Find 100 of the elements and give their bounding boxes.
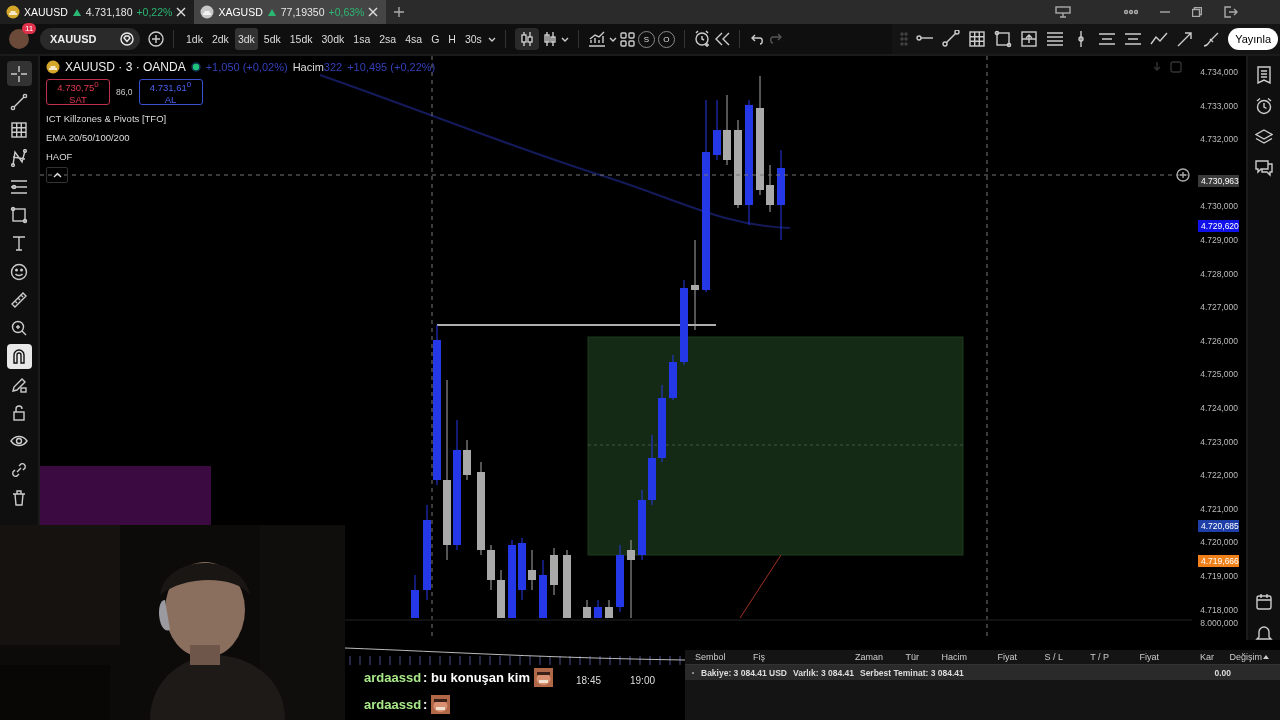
up-triangle-icon [71, 7, 82, 17]
alarm-add-icon[interactable] [693, 30, 711, 48]
rewind-icon[interactable] [713, 31, 730, 47]
apps-icon[interactable] [619, 31, 635, 47]
time-label: 19:00 [630, 675, 656, 686]
tab-price: 77,19350 [280, 6, 325, 18]
exit-icon[interactable] [1224, 6, 1238, 18]
caret-icon[interactable] [487, 36, 496, 42]
column-header[interactable]: T / P [1063, 652, 1109, 662]
close-icon[interactable] [368, 7, 379, 17]
grid-icon[interactable] [968, 30, 987, 48]
candlestick [497, 569, 505, 619]
price-badge: 4.729,620 [1198, 220, 1239, 232]
rectangle-icon [10, 206, 28, 224]
chat-icon[interactable] [1255, 159, 1273, 177]
browser-tab[interactable]: XAGUSD 77,19350 +0,63% [194, 0, 387, 24]
caret-icon[interactable] [608, 36, 617, 42]
chat-username: ardaassd [364, 697, 422, 712]
notification-badge: 11 [22, 23, 37, 34]
candlestick [648, 434, 656, 506]
price-tick: 4.730,000 [1200, 200, 1238, 213]
monitor-icon[interactable] [1055, 6, 1071, 18]
layers-icon[interactable] [1255, 128, 1273, 146]
candlestick-icon[interactable] [541, 31, 558, 47]
price-change: +1,050 (+0,02%) [205, 61, 288, 73]
indicator-label: HAOF [46, 151, 74, 162]
interval-button[interactable]: 1dk [183, 28, 206, 50]
restore-icon[interactable] [1192, 7, 1202, 17]
collapse-button[interactable] [46, 167, 68, 183]
user-avatar[interactable] [9, 29, 29, 49]
calendar-icon[interactable] [1255, 593, 1273, 611]
candlestick [766, 164, 774, 213]
symbol-search-field[interactable]: XAUUSD [40, 28, 140, 50]
candlestick [463, 439, 471, 481]
caret-icon[interactable] [560, 36, 569, 42]
interval-button[interactable]: 2sa [376, 28, 400, 50]
interval-button[interactable]: 3dk [234, 28, 258, 50]
column-header[interactable]: S / L [1017, 652, 1063, 662]
column-header[interactable]: Zaman [793, 652, 883, 662]
brush-icon[interactable] [1202, 30, 1221, 48]
alarm-clock-icon[interactable] [1255, 97, 1273, 115]
sell-button[interactable]: 4.730,75$^{0}$ SAT [46, 79, 110, 105]
chat-message: : [423, 697, 428, 712]
chart-line-icon[interactable] [587, 31, 606, 47]
interval-button[interactable]: H [445, 28, 459, 50]
buy-button[interactable]: 4.731,61$^{0}$ AL [138, 79, 203, 105]
rectangle-icon[interactable] [994, 30, 1013, 48]
volume-label: Hacim [292, 61, 324, 73]
indicator-label: EMA 20/50/100/200 [46, 132, 131, 143]
column-header[interactable]: Kar [1159, 652, 1214, 662]
price-badge: 4.730,963 [1198, 175, 1239, 187]
interval-button[interactable]: 30dk [318, 28, 348, 50]
column-header[interactable]: Sembol [695, 652, 753, 662]
interval-button[interactable]: 2dk [208, 28, 232, 50]
candlestick [518, 537, 526, 601]
column-header[interactable]: Hacim [919, 652, 967, 662]
close-icon[interactable] [176, 7, 187, 17]
interval-button[interactable]: 30s [461, 28, 485, 50]
crosshair-tool[interactable] [6, 61, 32, 86]
publish-button[interactable]: Yayınla [1228, 28, 1278, 50]
volume-change: +10,495 (+0,22%) [347, 61, 436, 73]
magnet-tool[interactable] [6, 343, 32, 369]
interval-button[interactable]: 4sa [402, 28, 426, 50]
arrow-icon[interactable] [1176, 30, 1195, 48]
add-circle-icon[interactable] [1176, 168, 1190, 182]
candlestick [539, 559, 547, 619]
column-header[interactable]: Değişim [1214, 652, 1262, 662]
trend-line-icon[interactable] [942, 30, 961, 48]
interval-button[interactable]: 1sa [350, 28, 374, 50]
volume-value: 322 [323, 61, 343, 73]
column-header[interactable]: Fiş [753, 652, 793, 662]
lines-icon[interactable] [1046, 30, 1065, 48]
sort-icon[interactable] [1262, 654, 1270, 660]
minimize-icon[interactable] [1160, 9, 1170, 15]
account-summary: Bakiye: 3 084.41 USD [701, 667, 787, 678]
candlestick-icon[interactable] [518, 31, 535, 47]
interval-button[interactable]: G [428, 28, 443, 50]
column-header[interactable]: Fiyat [1109, 652, 1159, 662]
interval-button[interactable]: 15dk [286, 28, 316, 50]
levels-icon[interactable] [1098, 30, 1117, 48]
column-header[interactable]: Fiyat [967, 652, 1017, 662]
watchlist-icon[interactable] [1255, 66, 1273, 84]
levels-icon[interactable] [1124, 30, 1143, 48]
chevron-up-icon [52, 172, 62, 178]
add-circle-icon[interactable] [148, 31, 164, 47]
browser-tab[interactable]: XAUUSD 4.731,180 +0,22% [0, 0, 195, 24]
level-line[interactable] [436, 324, 717, 326]
candlestick [411, 574, 419, 619]
drag-handle-icon[interactable] [900, 32, 909, 46]
text-icon [10, 234, 28, 253]
account-summary: Serbest Teminat: 3 084.41 [859, 667, 964, 678]
candlestick [605, 599, 613, 619]
interval-button[interactable]: 5dk [260, 28, 284, 50]
levels-icon [10, 177, 28, 196]
bell-icon[interactable] [1255, 624, 1273, 642]
column-header[interactable]: Tür [883, 652, 919, 662]
crosshair-icon [10, 64, 28, 83]
more-icon[interactable] [1124, 9, 1138, 15]
trash-icon [10, 488, 28, 507]
plus-icon[interactable] [394, 7, 405, 17]
